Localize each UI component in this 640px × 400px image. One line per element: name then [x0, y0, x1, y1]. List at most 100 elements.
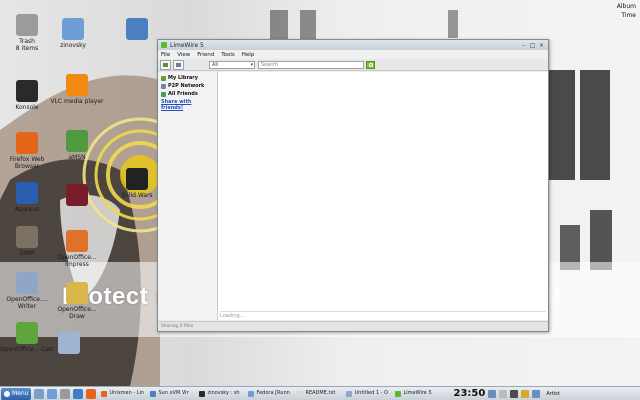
trash-icon [16, 14, 38, 36]
task-label: zinovsky : sh [207, 390, 240, 396]
desktop-icon[interactable]: VLC media player [50, 74, 104, 105]
taskbar-task-button[interactable]: README.txt [295, 388, 341, 399]
taskbar: Menu Unixmen - Lin Sun xVM Vir zinovsky : … [0, 386, 640, 400]
menu-file[interactable]: File [161, 52, 170, 58]
nav-p2p-network[interactable]: P2P Network [161, 82, 214, 90]
task-label: Sun xVM Vir [158, 390, 189, 396]
start-menu-label: Menu [12, 389, 29, 397]
search-input[interactable]: Search [258, 60, 364, 69]
time-label: Time [621, 12, 636, 19]
desktop-icon[interactable]: OpenOffice.... Writer [0, 272, 54, 310]
library-icon [161, 75, 166, 81]
close-icon[interactable]: × [538, 42, 545, 49]
taskbar-task-button[interactable]: Unixmen - Lin [99, 388, 145, 399]
desktop-icon-label: OpenOffice... Impress [57, 254, 97, 268]
desktop-icon[interactable] [50, 184, 104, 208]
settings-icon[interactable] [60, 388, 71, 399]
virtualbox-icon [126, 18, 148, 40]
maximize-icon[interactable]: □ [529, 42, 536, 49]
task-app-icon [346, 390, 353, 397]
loading-text: Loading... [220, 311, 546, 319]
firefox-quicklaunch-icon[interactable] [86, 388, 97, 399]
window-titlebar[interactable]: LimeWire 5 – □ × [158, 40, 548, 50]
minimize-icon[interactable]: – [520, 42, 527, 49]
library-icon [163, 62, 168, 67]
menu-help[interactable]: Help [242, 52, 255, 58]
search-icon [369, 62, 373, 67]
clock[interactable]: 23:50 [453, 388, 485, 399]
search-category-select[interactable]: All ▾ [209, 60, 255, 69]
taskbar-task-button[interactable]: Sun xVM Vir [148, 388, 194, 399]
search-category-value: All [212, 61, 219, 68]
menu-view[interactable]: View [177, 52, 190, 58]
task-app-icon [395, 390, 402, 397]
tray-update-icon[interactable] [521, 389, 530, 398]
desktop-icon[interactable]: aMSN [50, 130, 104, 161]
desktop-icon[interactable]: Konsole [0, 80, 54, 111]
desktop-icon[interactable]: Azureus [0, 182, 54, 213]
tray-volume-icon[interactable] [510, 389, 519, 398]
desktop-icon-label: zinovsky [60, 42, 86, 49]
desktop-icon-label: Azureus [14, 206, 39, 213]
sharing-status: Sharing 0 files [161, 324, 194, 329]
desktop-icon-label: OpenOffice.... Writer [6, 296, 48, 310]
desktop-icon[interactable] [42, 332, 96, 356]
desktop-icon[interactable]: zinovsky [46, 18, 100, 49]
desktop-icon[interactable] [110, 18, 164, 42]
vlc-icon [66, 74, 88, 96]
nav-all-friends[interactable]: All Friends [161, 90, 214, 98]
tray-network-icon[interactable] [488, 389, 497, 398]
main-content-pane: Loading... [218, 72, 548, 320]
file-manager-icon[interactable] [47, 388, 58, 399]
task-app-icon [101, 390, 108, 397]
limewire-window[interactable]: LimeWire 5 – □ × File View Friend Tools … [157, 39, 549, 332]
show-desktop-icon[interactable] [34, 388, 45, 399]
task-app-icon [297, 390, 304, 397]
task-label: Unixmen - Lin [109, 390, 145, 396]
menu-friend[interactable]: Friend [197, 52, 214, 58]
status-bar: Sharing 0 files [158, 321, 548, 331]
user-name: Artist [546, 390, 560, 397]
tray-monitor-icon[interactable] [532, 389, 541, 398]
start-menu-button[interactable]: Menu [1, 387, 32, 400]
desktop-icon[interactable]: OpenOffice... Impress [50, 230, 104, 268]
network-icon [161, 83, 166, 89]
azureus-icon [16, 182, 38, 204]
menu-tools[interactable]: Tools [221, 52, 235, 58]
search-button[interactable] [366, 60, 375, 69]
desktop-icon[interactable]: Firefox Web Browser [0, 132, 54, 170]
toolbar: All ▾ Search [158, 59, 548, 71]
window-title: LimeWire 5 [170, 41, 204, 49]
taskbar-task-button[interactable]: zinovsky : sh [197, 388, 243, 399]
desktop-icon[interactable]: Solid Wars [110, 168, 164, 199]
album-label: Album [616, 3, 636, 10]
gimp-icon [16, 226, 38, 248]
limewire-icon [161, 42, 167, 48]
library-view-button[interactable] [160, 59, 171, 70]
taskbar-task-button[interactable]: Untitled 1 - O [344, 388, 390, 399]
konqueror-icon[interactable] [73, 388, 84, 399]
task-label: LimeWire 5 [403, 390, 432, 396]
firefox-icon [16, 132, 38, 154]
amsn-icon [66, 130, 88, 152]
top-right-widget: Album Time [617, 2, 636, 20]
taskbar-task-button[interactable]: Fedora [Runn [246, 388, 292, 399]
tray-clipboard-icon[interactable] [499, 389, 508, 398]
taskbar-task-button[interactable]: LimeWire 5 [393, 388, 445, 399]
nav-label: All Friends [168, 91, 198, 97]
nav-my-library[interactable]: My Library [161, 74, 214, 82]
window-body: My Library P2P Network All Friends Share… [158, 72, 548, 320]
solidwars-icon [126, 168, 148, 190]
openoffice-draw-icon [66, 282, 88, 304]
terminal-icon [16, 80, 38, 102]
desktop-icon-label: GIMP [19, 250, 35, 257]
chevron-down-icon: ▾ [250, 61, 253, 68]
desktop-icon[interactable]: OpenOffice... Draw [50, 282, 104, 320]
media-view-button[interactable] [173, 59, 184, 70]
desktop-icon[interactable]: GIMP [0, 226, 54, 257]
friends-icon [161, 91, 166, 97]
openoffice-impress-icon [66, 230, 88, 252]
share-with-friends-link[interactable]: Share with friends! [161, 99, 214, 111]
nav-label: P2P Network [168, 83, 205, 89]
menu-icon [4, 390, 10, 397]
